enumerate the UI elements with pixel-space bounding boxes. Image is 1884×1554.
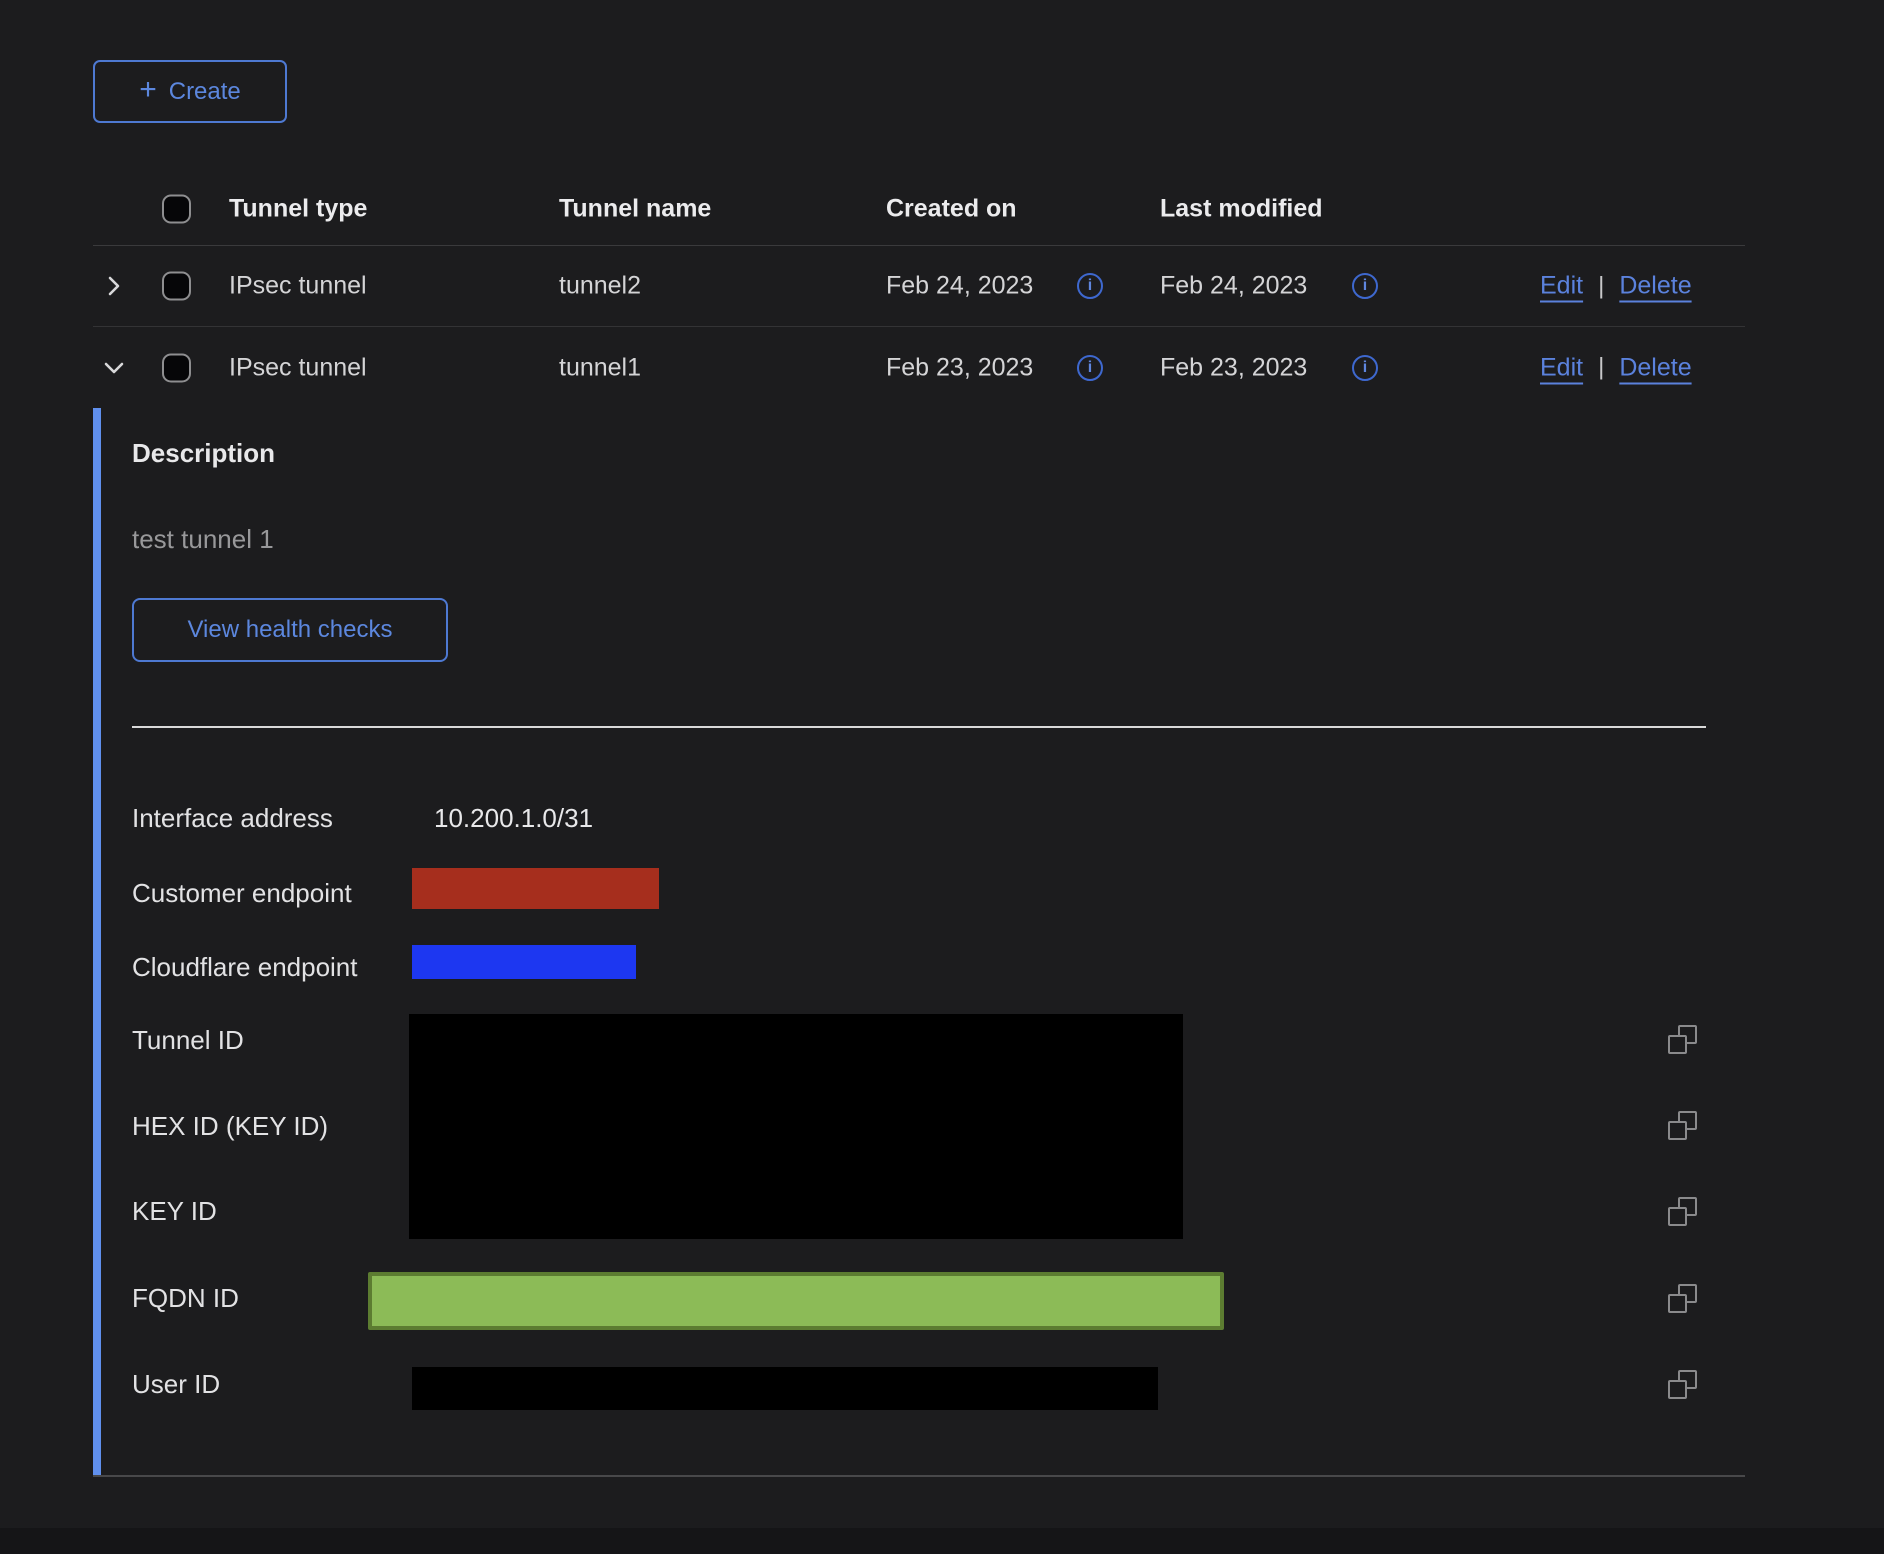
copy-icon[interactable] bbox=[1668, 1370, 1697, 1399]
collapse-row-button[interactable] bbox=[101, 355, 127, 381]
chevron-down-icon bbox=[101, 355, 127, 381]
plus-icon: + bbox=[139, 75, 157, 105]
tunnels-table: Tunnel type Tunnel name Created on Last … bbox=[93, 150, 1745, 408]
fqdn-id-label: FQDN ID bbox=[132, 1283, 239, 1313]
table-row: IPsec tunnel tunnel1 Feb 23, 2023 i Feb … bbox=[93, 327, 1745, 408]
customer-endpoint-redacted-value bbox=[412, 868, 659, 909]
info-letter: i bbox=[1088, 359, 1092, 377]
delete-link[interactable]: Delete bbox=[1619, 353, 1691, 382]
info-letter: i bbox=[1088, 277, 1092, 295]
copy-icon[interactable] bbox=[1668, 1025, 1697, 1054]
cloudflare-endpoint-redacted-value bbox=[412, 945, 636, 979]
copy-icon-front-square bbox=[1668, 1380, 1687, 1399]
copy-icon[interactable] bbox=[1668, 1111, 1697, 1140]
copy-icon-front-square bbox=[1668, 1207, 1687, 1226]
delete-link[interactable]: Delete bbox=[1619, 272, 1691, 301]
user-id-label: User ID bbox=[132, 1369, 220, 1399]
row-actions: Edit | Delete bbox=[1540, 272, 1692, 301]
cloudflare-endpoint-label: Cloudflare endpoint bbox=[132, 952, 358, 982]
hex-id-label: HEX ID (KEY ID) bbox=[132, 1111, 328, 1141]
copy-icon[interactable] bbox=[1668, 1197, 1697, 1226]
tunnel-type-cell: IPsec tunnel bbox=[229, 353, 367, 382]
expand-row-button[interactable] bbox=[101, 273, 127, 299]
select-all-checkbox[interactable] bbox=[162, 194, 191, 223]
expanded-row-accent-bar bbox=[93, 408, 101, 1475]
action-separator: | bbox=[1598, 354, 1604, 382]
last-modified-cell: Feb 24, 2023 bbox=[1160, 272, 1307, 301]
header-created-on: Created on bbox=[886, 194, 1017, 223]
bottom-window-edge bbox=[0, 1528, 1884, 1554]
tunnel-type-cell: IPsec tunnel bbox=[229, 272, 367, 301]
ipsec-tunnels-page: + Create Tunnel type Tunnel name Created… bbox=[0, 0, 1884, 1554]
chevron-right-icon bbox=[101, 273, 127, 299]
edit-link[interactable]: Edit bbox=[1540, 353, 1583, 382]
created-on-cell: Feb 23, 2023 bbox=[886, 353, 1033, 382]
copy-icon[interactable] bbox=[1668, 1284, 1697, 1313]
section-divider bbox=[132, 726, 1706, 728]
view-health-checks-button[interactable]: View health checks bbox=[132, 598, 448, 662]
ids-redacted-value bbox=[409, 1014, 1183, 1239]
info-letter: i bbox=[1363, 359, 1367, 377]
description-heading: Description bbox=[132, 438, 275, 468]
user-id-redacted-value bbox=[412, 1367, 1158, 1410]
tunnel-name-cell: tunnel1 bbox=[559, 353, 641, 382]
create-button[interactable]: + Create bbox=[93, 60, 287, 123]
created-on-cell: Feb 24, 2023 bbox=[886, 272, 1033, 301]
interface-address-label: Interface address bbox=[132, 803, 333, 833]
tunnel-detail-panel: Description test tunnel 1 View health ch… bbox=[93, 408, 1745, 1477]
info-letter: i bbox=[1363, 277, 1367, 295]
tunnel-name-cell: tunnel2 bbox=[559, 272, 641, 301]
header-last-modified: Last modified bbox=[1160, 194, 1323, 223]
copy-icon-front-square bbox=[1668, 1121, 1687, 1140]
table-header-row: Tunnel type Tunnel name Created on Last … bbox=[93, 150, 1745, 246]
key-id-label: KEY ID bbox=[132, 1196, 217, 1226]
info-icon[interactable]: i bbox=[1352, 355, 1378, 381]
copy-icon-front-square bbox=[1668, 1294, 1687, 1313]
description-text: test tunnel 1 bbox=[132, 524, 274, 554]
customer-endpoint-label: Customer endpoint bbox=[132, 878, 352, 908]
last-modified-cell: Feb 23, 2023 bbox=[1160, 353, 1307, 382]
tunnel-id-label: Tunnel ID bbox=[132, 1025, 244, 1055]
table-row: IPsec tunnel tunnel2 Feb 24, 2023 i Feb … bbox=[93, 246, 1745, 327]
create-button-label: Create bbox=[169, 78, 241, 106]
header-tunnel-name: Tunnel name bbox=[559, 194, 711, 223]
info-icon[interactable]: i bbox=[1352, 273, 1378, 299]
info-icon[interactable]: i bbox=[1077, 273, 1103, 299]
fqdn-id-redacted-value bbox=[368, 1272, 1224, 1330]
action-separator: | bbox=[1598, 272, 1604, 300]
interface-address-value: 10.200.1.0/31 bbox=[434, 803, 593, 833]
select-row-checkbox[interactable] bbox=[162, 272, 191, 301]
select-row-checkbox[interactable] bbox=[162, 353, 191, 382]
edit-link[interactable]: Edit bbox=[1540, 272, 1583, 301]
copy-icon-front-square bbox=[1668, 1035, 1687, 1054]
row-actions: Edit | Delete bbox=[1540, 353, 1692, 382]
info-icon[interactable]: i bbox=[1077, 355, 1103, 381]
header-tunnel-type: Tunnel type bbox=[229, 194, 367, 223]
